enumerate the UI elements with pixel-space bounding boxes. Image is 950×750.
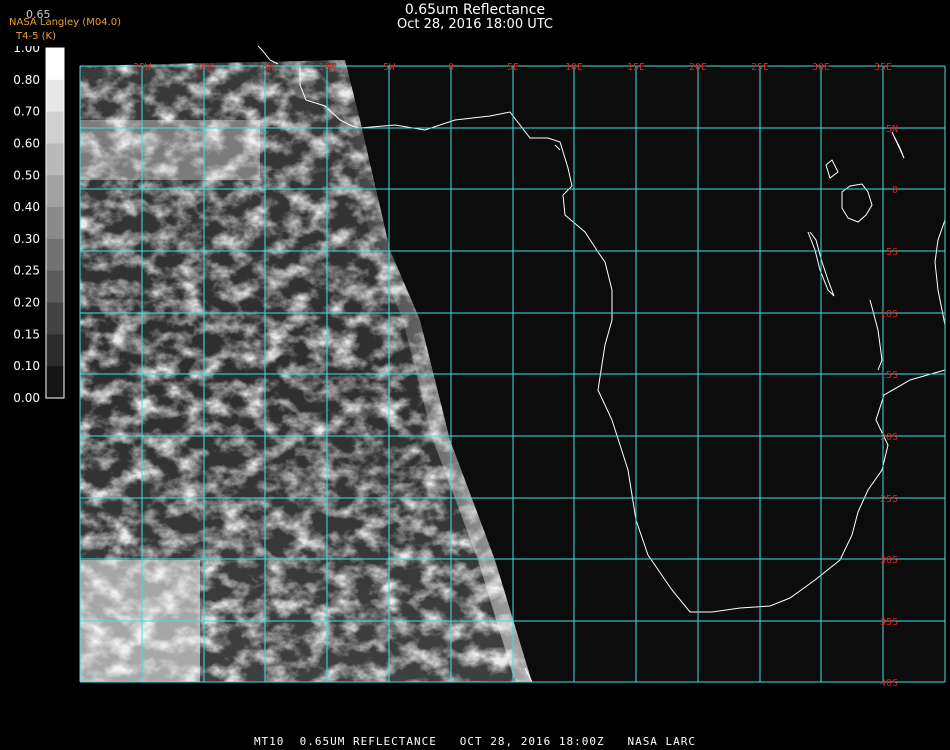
longitude-label: 25E <box>751 62 769 73</box>
latitude-label: 30S <box>880 555 898 566</box>
longitude-label: 30E <box>812 62 830 73</box>
longitude-label: 20E <box>689 62 707 73</box>
latitude-label: 40S <box>880 678 898 689</box>
latitude-label: 25S <box>880 494 898 505</box>
footer-caption: MT10 0.65UM REFLECTANCE OCT 28, 2016 18:… <box>253 735 697 748</box>
longitude-label: 0 <box>448 62 454 73</box>
longitude-label: 35E <box>874 62 892 73</box>
latitude-label: 5S <box>886 247 898 258</box>
longitude-label: 5E <box>507 62 519 73</box>
longitude-label: 15E <box>627 62 645 73</box>
latitude-label: 35S <box>880 617 898 628</box>
latitude-label: 5N <box>886 124 898 135</box>
satellite-map: 25W 20W 15W 10W 5W 0 5E 10E 15E 20E 25E 30E 35E 5N 0 5S… <box>79 45 946 689</box>
longitude-label: 15W <box>256 62 275 73</box>
latitude-label: 10S <box>880 309 898 320</box>
latitude-label: 15S <box>880 370 898 381</box>
latitude-label: 20S <box>880 432 898 443</box>
longitude-label: 25W <box>133 62 152 73</box>
longitude-label: 5W <box>383 62 396 73</box>
longitude-label: 20W <box>195 62 214 73</box>
longitude-label: 10W <box>318 62 337 73</box>
longitude-label: 10E <box>565 62 583 73</box>
latitude-label: 0 <box>892 185 898 196</box>
